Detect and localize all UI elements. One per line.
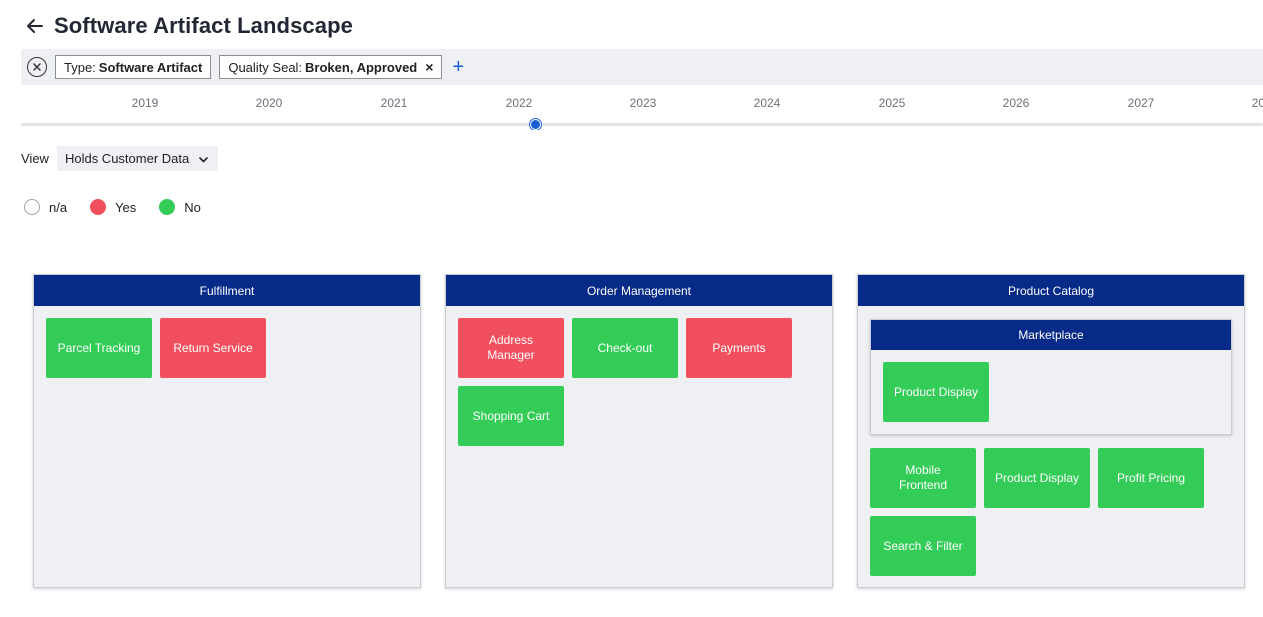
timeline-thumb[interactable] [530, 119, 541, 130]
timeline-year[interactable]: 2027 [1128, 96, 1155, 110]
tile-address-manager[interactable]: Address Manager [458, 318, 564, 378]
legend-swatch [24, 199, 40, 215]
timeline-year[interactable]: 2022 [506, 96, 533, 110]
view-dropdown-value: Holds Customer Data [64, 151, 190, 166]
legend-label: Yes [115, 199, 137, 215]
panel-title: Order Management [446, 275, 832, 306]
timeline-year[interactable]: 2021 [381, 96, 408, 110]
tile-product-display[interactable]: Product Display [883, 362, 989, 422]
chevron-down-icon [199, 151, 209, 166]
tile-shopping-cart[interactable]: Shopping Cart [458, 386, 564, 446]
close-circle-icon[interactable] [27, 57, 47, 77]
filter-chip-type[interactable]: Type: Software Artifact [55, 55, 212, 79]
tile-payments[interactable]: Payments [686, 318, 792, 378]
filter-chip-value: Software Artifact [98, 59, 203, 75]
panel-title: Fulfillment [34, 275, 420, 306]
filter-chip-key: Type: [64, 59, 96, 75]
legend: n/a Yes No [24, 199, 224, 215]
timeline-track[interactable] [21, 123, 1263, 126]
subpanel-marketplace: Marketplace Product Display [870, 319, 1232, 435]
panel-fulfillment: Fulfillment Parcel Tracking Return Servi… [33, 274, 421, 588]
legend-item-na: n/a [24, 199, 67, 215]
timeline-year[interactable]: 2019 [132, 96, 159, 110]
filter-chip-quality-seal[interactable]: Quality Seal: Broken, Approved × [219, 55, 443, 79]
timeline-slider[interactable]: 2019 2020 2021 2022 2023 2024 2025 2026 … [21, 90, 1263, 130]
tile-return-service[interactable]: Return Service [160, 318, 266, 378]
add-filter-button[interactable]: + [452, 57, 464, 77]
legend-label: No [184, 199, 201, 215]
legend-item-yes: Yes [90, 199, 136, 215]
legend-label: n/a [49, 199, 68, 215]
legend-item-no: No [159, 199, 201, 215]
tile-mobile-frontend[interactable]: Mobile Frontend [870, 448, 976, 508]
filter-chip-value: Broken, Approved [305, 59, 418, 75]
legend-swatch [159, 199, 176, 215]
tile-product-display[interactable]: Product Display [984, 448, 1090, 508]
remove-filter-icon[interactable]: × [425, 59, 433, 75]
view-selector-row: View Holds Customer Data [21, 146, 219, 171]
legend-swatch [90, 199, 107, 215]
panel-product-catalog: Product Catalog Marketplace Product Disp… [857, 274, 1245, 588]
timeline-year[interactable]: 2028 [1252, 96, 1263, 110]
tile-search-filter[interactable]: Search & Filter [870, 516, 976, 576]
arrow-left-icon[interactable] [24, 15, 46, 37]
filter-chip-key: Quality Seal: [228, 59, 303, 75]
timeline-year[interactable]: 2020 [256, 96, 283, 110]
timeline-year[interactable]: 2024 [754, 96, 781, 110]
page-header: Software Artifact Landscape [24, 10, 353, 42]
timeline-year[interactable]: 2026 [1003, 96, 1030, 110]
timeline-year[interactable]: 2025 [879, 96, 906, 110]
panel-title: Product Catalog [858, 275, 1244, 306]
filter-bar: Type: Software Artifact Quality Seal: Br… [21, 49, 1263, 85]
timeline-year[interactable]: 2023 [630, 96, 657, 110]
tile-parcel-tracking[interactable]: Parcel Tracking [46, 318, 152, 378]
subpanel-title: Marketplace [871, 320, 1231, 350]
tile-check-out[interactable]: Check-out [572, 318, 678, 378]
view-label: View [21, 151, 49, 166]
view-dropdown[interactable]: Holds Customer Data [56, 146, 219, 171]
tile-profit-pricing[interactable]: Profit Pricing [1098, 448, 1204, 508]
page-title: Software Artifact Landscape [54, 13, 353, 38]
panel-order-management: Order Management Address Manager Check-o… [445, 274, 833, 588]
